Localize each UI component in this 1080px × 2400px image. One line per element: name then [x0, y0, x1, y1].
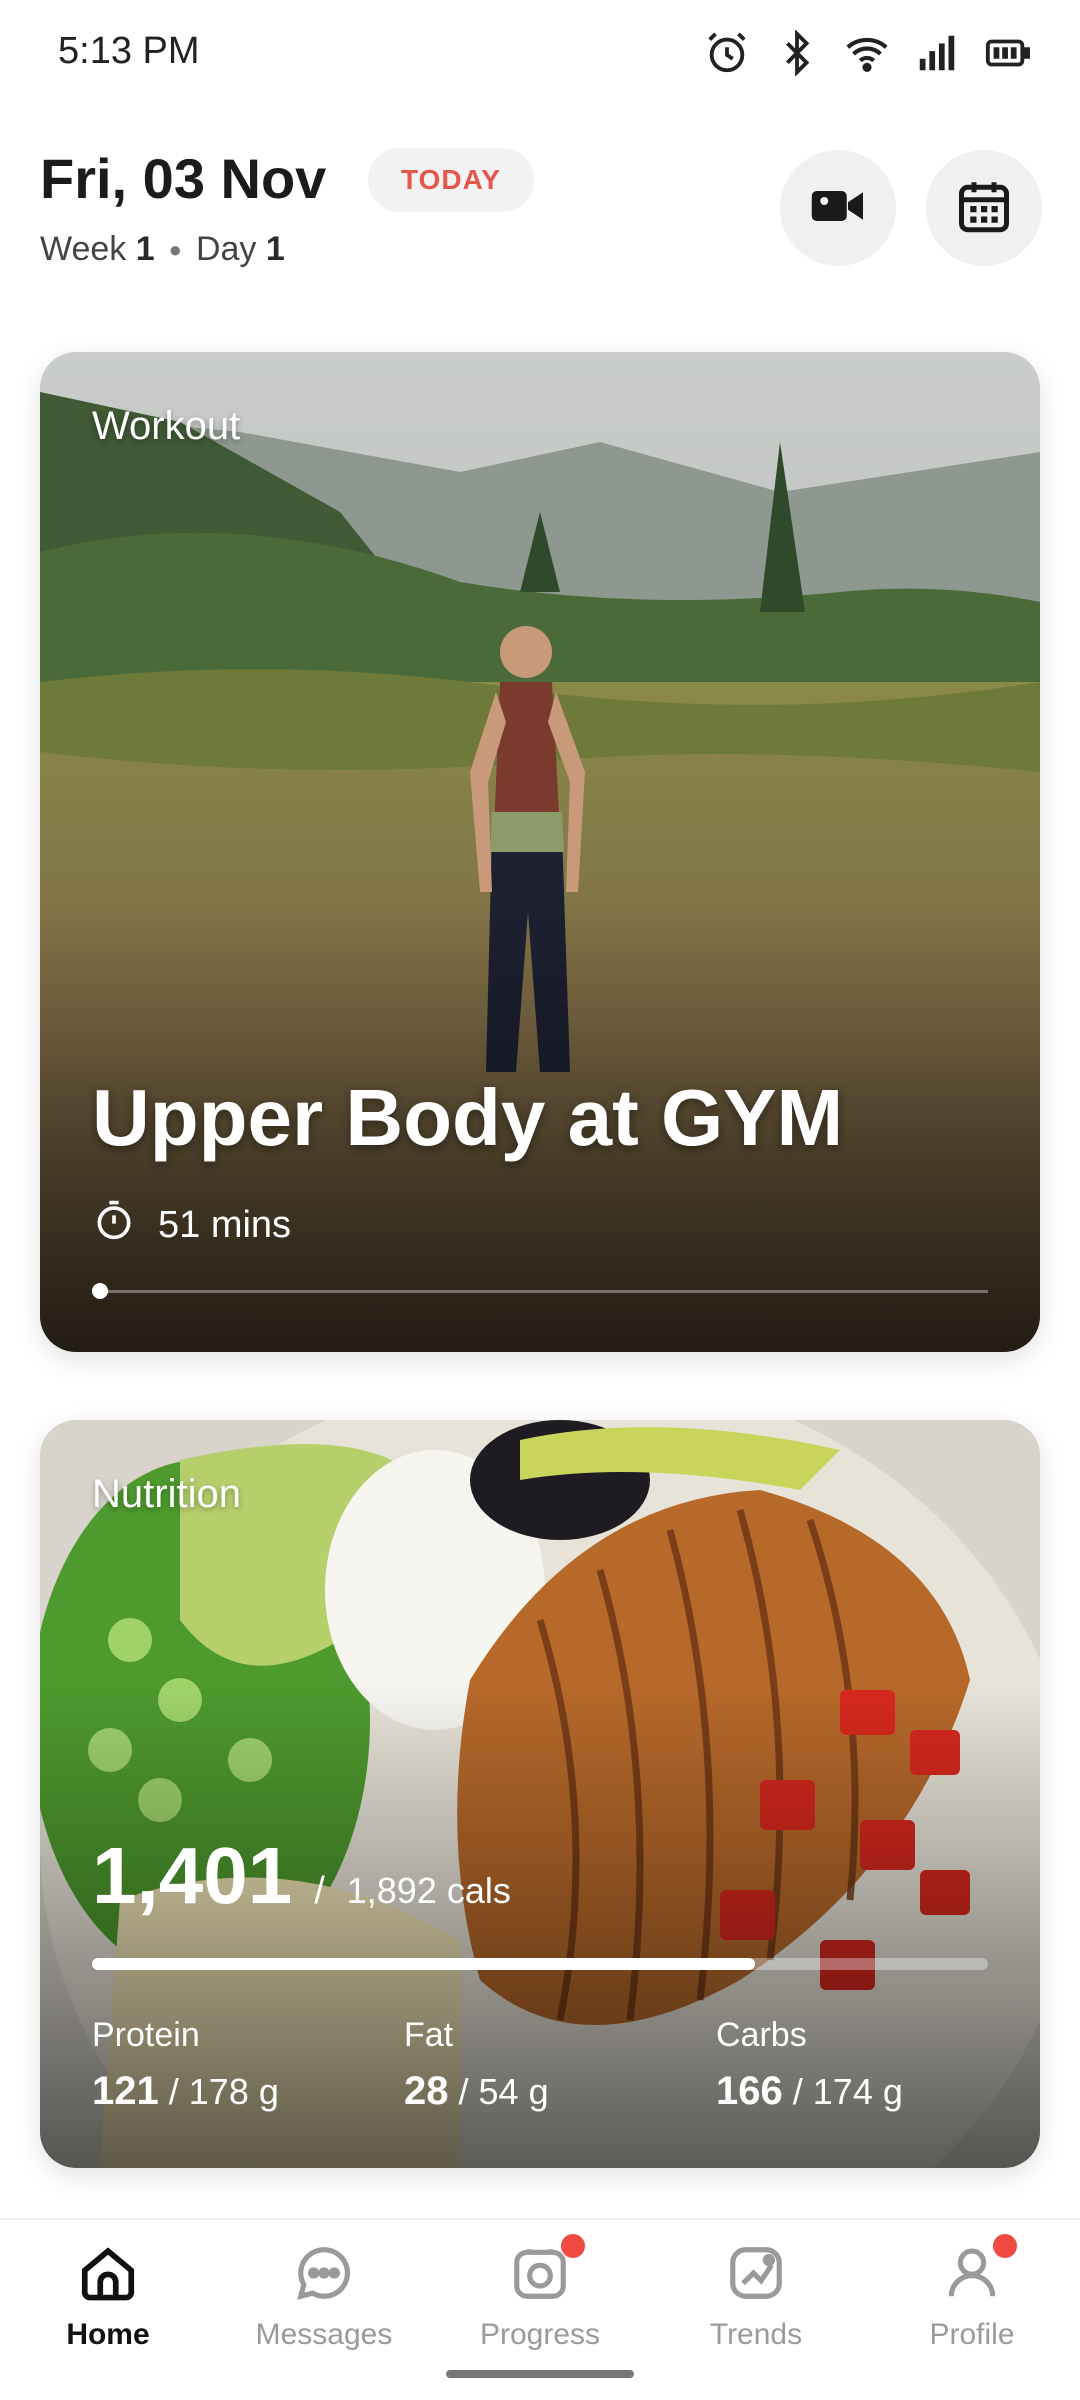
chat-icon	[293, 2242, 355, 2304]
week-day-subtitle: Week 1 ● Day 1	[40, 230, 285, 269]
macro-carbs: Carbs 166 / 174 g	[716, 2016, 903, 2114]
wifi-icon	[844, 30, 890, 81]
calories-separator: /	[314, 1870, 325, 1912]
workout-label: Workout	[92, 404, 241, 448]
user-icon	[941, 2234, 1017, 2304]
calories-progress-fill	[92, 1958, 756, 1970]
signal-icon	[914, 30, 960, 81]
nav-label: Trends	[709, 2318, 803, 2351]
notification-badge	[561, 2234, 585, 2258]
macro-protein: Protein 121 / 178 g	[92, 2016, 279, 2114]
status-time: 5:13 PM	[58, 30, 200, 72]
macro-fat: Fat 28 / 54 g	[404, 2016, 549, 2114]
macro-label: Protein	[92, 2016, 200, 2054]
calendar-button[interactable]	[926, 150, 1042, 266]
nav-trends[interactable]: Trends	[648, 2242, 864, 2352]
today-badge[interactable]: TODAY	[368, 148, 534, 212]
nav-profile[interactable]: Profile	[864, 2234, 1080, 2352]
nav-home[interactable]: Home	[0, 2242, 216, 2352]
week-indicator: Week 1	[40, 230, 155, 268]
calories-goal: 1,892 cals	[346, 1870, 511, 1911]
duration-text: 51 mins	[158, 1203, 292, 1246]
macro-label: Fat	[404, 2016, 454, 2054]
video-camera-icon	[808, 176, 868, 241]
nav-label: Home	[66, 2318, 150, 2351]
video-call-button[interactable]	[780, 150, 896, 266]
nav-messages[interactable]: Messages	[216, 2242, 432, 2352]
nav-label: Profile	[929, 2318, 1015, 2351]
alarm-icon	[704, 30, 750, 81]
calories-progress-track	[92, 1958, 988, 1970]
home-icon	[77, 2242, 139, 2304]
status-bar: 5:13 PM	[0, 0, 1080, 110]
calories-eaten: 1,401	[92, 1831, 293, 1920]
nav-progress[interactable]: Progress	[432, 2234, 648, 2352]
camera-icon	[509, 2234, 585, 2304]
battery-icon	[984, 30, 1030, 81]
workout-title: Upper Body at GYM	[92, 1073, 844, 1162]
macro-value: 166 / 174 g	[716, 2069, 903, 2113]
calories-summary: 1,401 / 1,892 cals	[92, 1830, 511, 1922]
date-title: Fri, 03 Nov	[40, 147, 327, 210]
calendar-icon	[954, 176, 1014, 241]
bluetooth-icon	[774, 29, 820, 81]
workout-duration: 51 mins	[92, 1198, 291, 1252]
nutrition-card[interactable]: Nutrition 1,401 / 1,892 cals Protein 121…	[40, 1420, 1040, 2168]
nav-label: Progress	[479, 2318, 601, 2351]
trend-chart-icon	[725, 2242, 787, 2304]
workout-progress-knob	[92, 1283, 108, 1299]
macro-value: 121 / 178 g	[92, 2069, 279, 2113]
notification-badge	[993, 2234, 1017, 2258]
stopwatch-icon	[92, 1198, 136, 1252]
nutrition-label: Nutrition	[92, 1472, 241, 1516]
macro-value: 28 / 54 g	[404, 2069, 549, 2113]
status-icons	[704, 29, 1030, 81]
nav-label: Messages	[255, 2318, 393, 2351]
macro-label: Carbs	[716, 2016, 807, 2054]
day-indicator: Day 1	[195, 230, 285, 268]
workout-progress-track	[92, 1290, 988, 1293]
home-indicator[interactable]	[446, 2370, 634, 2378]
separator-dot: ●	[168, 236, 182, 262]
workout-card[interactable]: Workout Upper Body at GYM 51 mins	[40, 352, 1040, 1352]
